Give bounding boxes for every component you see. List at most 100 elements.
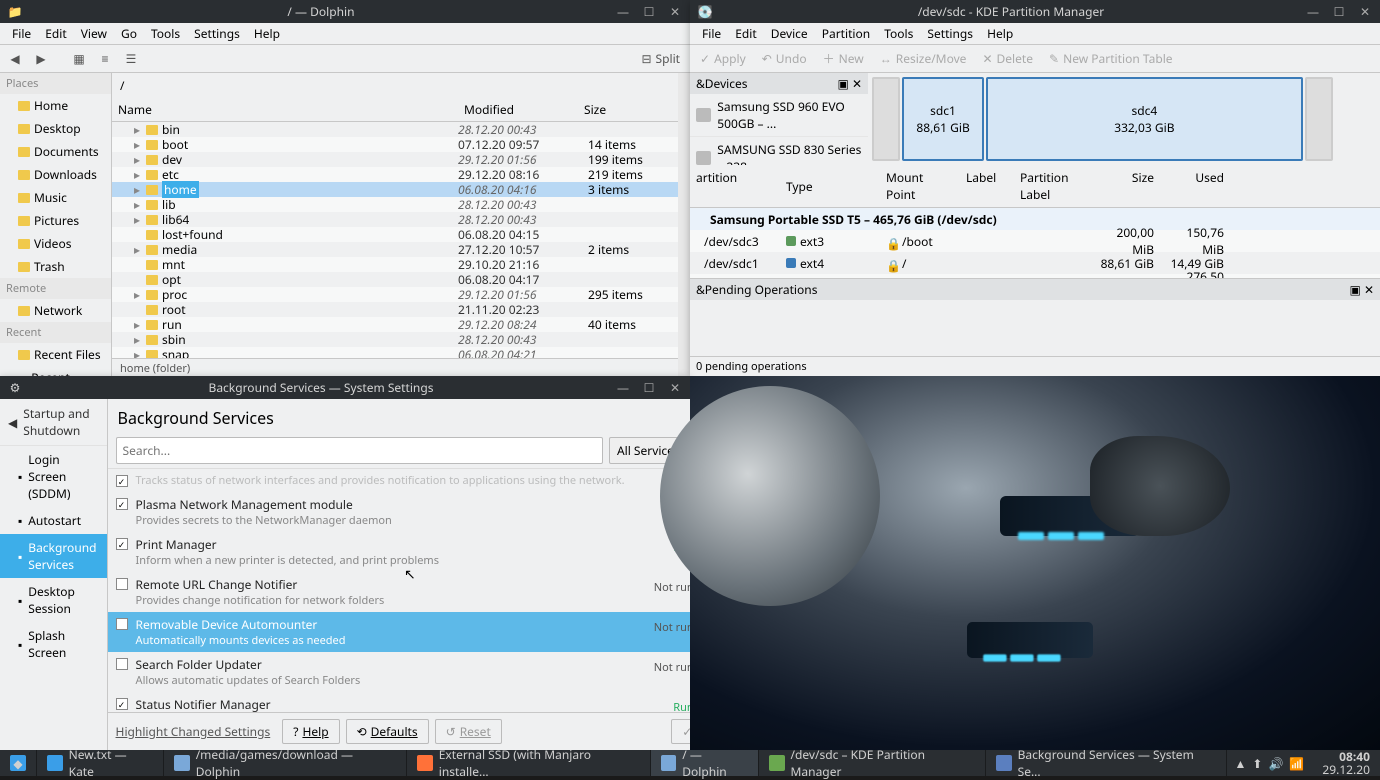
menu-tools[interactable]: Tools bbox=[878, 23, 919, 44]
sidebar-item[interactable]: ▪Login Screen (SDDM) bbox=[0, 446, 107, 507]
partition-row[interactable]: /dev/sdc3ext3🔒/boot200,00 MiB150,76 MiB bbox=[690, 230, 1380, 252]
sidebar-item[interactable]: ▪Desktop Session bbox=[0, 578, 107, 622]
taskbar-item[interactable]: /media/games/download — Dolphin bbox=[164, 750, 407, 776]
defaults-button[interactable]: ⟲ Defaults bbox=[346, 719, 429, 744]
col-modified[interactable]: Modified bbox=[458, 98, 578, 121]
service-item[interactable]: Search Folder UpdaterAllows automatic up… bbox=[108, 652, 690, 692]
system-tray[interactable]: ▲ ⬆ 🔊 📶 bbox=[1227, 755, 1313, 772]
sidebar-item[interactable]: Desktop bbox=[0, 117, 111, 140]
sidebar-item[interactable]: Documents bbox=[0, 140, 111, 163]
menu-file[interactable]: File bbox=[6, 23, 37, 44]
col-label[interactable]: Label bbox=[960, 165, 1014, 207]
file-row[interactable]: ▸snap06.08.20 04:21 bbox=[112, 347, 678, 358]
sidebar-item[interactable]: Pictures bbox=[0, 209, 111, 232]
service-item[interactable]: Removable Device AutomounterAutomaticall… bbox=[108, 612, 690, 652]
taskbar-item[interactable]: New.txt — Kate bbox=[37, 750, 164, 776]
resize-button[interactable]: ↔ Resize/Move bbox=[874, 47, 973, 70]
file-row[interactable]: mnt29.10.20 21:16 bbox=[112, 257, 678, 272]
tray-icon[interactable]: 🔊 bbox=[1268, 755, 1283, 772]
menu-edit[interactable]: Edit bbox=[39, 23, 72, 44]
checkbox[interactable] bbox=[116, 578, 128, 590]
taskbar-item[interactable]: /dev/sdc – KDE Partition Manager bbox=[759, 750, 986, 776]
dolphin-titlebar[interactable]: 📁 / — Dolphin — ☐ ✕ bbox=[0, 0, 690, 23]
device-item[interactable]: Samsung SSD 960 EVO 500GB – ... bbox=[690, 94, 868, 137]
view-detail-button[interactable]: ☰ bbox=[120, 48, 142, 70]
tray-icon[interactable]: 📶 bbox=[1289, 755, 1304, 772]
apply-button[interactable]: ✓ Apply bbox=[694, 47, 752, 70]
checkbox[interactable]: ✓ bbox=[116, 698, 128, 710]
menu-help[interactable]: Help bbox=[248, 23, 286, 44]
kpm-titlebar[interactable]: 💽 /dev/sdc - KDE Partition Manager — ☐ ✕ bbox=[690, 0, 1380, 23]
split-button[interactable]: ⊟ Split bbox=[635, 47, 686, 70]
menu-file[interactable]: File bbox=[696, 23, 727, 44]
taskbar-item[interactable]: Background Services — System Se... bbox=[986, 750, 1227, 776]
highlight-link[interactable]: Highlight Changed Settings bbox=[116, 723, 271, 740]
help-button[interactable]: ? Help bbox=[282, 719, 339, 744]
undo-button[interactable]: ↶ Undo bbox=[756, 47, 813, 70]
sidebar-item[interactable]: Recent Files bbox=[0, 343, 111, 366]
file-row[interactable]: ▸etc29.12.20 08:16219 items bbox=[112, 167, 678, 182]
search-input[interactable] bbox=[116, 437, 603, 464]
syset-titlebar[interactable]: ⚙ Background Services — System Settings … bbox=[0, 376, 690, 399]
file-row[interactable]: ▸boot07.12.20 09:5714 items bbox=[112, 137, 678, 152]
menu-go[interactable]: Go bbox=[115, 23, 143, 44]
col-name[interactable]: Name bbox=[112, 98, 458, 121]
start-button[interactable]: ◆ bbox=[0, 750, 37, 776]
file-row[interactable]: ▸home06.08.20 04:163 items bbox=[112, 182, 678, 197]
sidebar-item[interactable]: Videos bbox=[0, 232, 111, 255]
file-row[interactable]: ▸run29.12.20 08:2440 items bbox=[112, 317, 678, 332]
device-row[interactable]: Samsung Portable SSD T5 – 465,76 GiB (/d… bbox=[690, 208, 1380, 230]
checkbox[interactable]: ✓ bbox=[116, 538, 128, 550]
file-header[interactable]: Name Modified Size bbox=[112, 98, 678, 122]
file-list[interactable]: ▸bin28.12.20 00:43▸boot07.12.20 09:5714 … bbox=[112, 122, 678, 358]
desktop-wallpaper[interactable] bbox=[690, 376, 1380, 750]
view-list-button[interactable]: ≡ bbox=[94, 48, 116, 70]
file-row[interactable]: ▸lib28.12.20 00:43 bbox=[112, 197, 678, 212]
delete-button[interactable]: ✕ Delete bbox=[976, 47, 1039, 70]
reset-button[interactable]: ↺ Reset bbox=[435, 719, 502, 744]
forward-button[interactable]: ▶ bbox=[30, 48, 52, 70]
sidebar-item[interactable]: Home bbox=[0, 94, 111, 117]
taskbar-item[interactable]: External SSD (with Manjaro installe... bbox=[407, 750, 651, 776]
col-partition[interactable]: artition bbox=[690, 165, 780, 207]
scrollbar[interactable] bbox=[678, 73, 690, 376]
new-button[interactable]: ＋New bbox=[817, 47, 870, 70]
close-icon[interactable]: ✕ bbox=[666, 3, 684, 21]
partition-visual[interactable]: sdc188,61 GiBsdc4332,03 GiB bbox=[868, 73, 1380, 165]
col-mountpoint[interactable]: Mount Point bbox=[880, 165, 960, 207]
sidebar-item[interactable]: Downloads bbox=[0, 163, 111, 186]
close-icon[interactable]: ✕ bbox=[1356, 3, 1374, 21]
sidebar-item[interactable]: Music bbox=[0, 186, 111, 209]
tray-icon[interactable]: ▲ bbox=[1235, 755, 1247, 772]
syset-breadcrumb[interactable]: ◀ Startup and Shutdown bbox=[0, 399, 107, 446]
partition-row[interactable]: /dev/sdc1ext4🔒/88,61 GiB14,49 GiB bbox=[690, 252, 1380, 274]
partition-block-unalloc[interactable] bbox=[1305, 77, 1333, 161]
close-icon[interactable]: ✕ bbox=[666, 379, 684, 397]
partition-block-pre[interactable] bbox=[872, 77, 900, 161]
service-item[interactable]: ✓Print ManagerInform when a new printer … bbox=[108, 532, 690, 572]
file-row[interactable]: ▸dev29.12.20 01:56199 items bbox=[112, 152, 678, 167]
apply-button[interactable]: ✓ Apply bbox=[671, 719, 690, 744]
menu-view[interactable]: View bbox=[75, 23, 113, 44]
sidebar-item[interactable]: ▪Background Services bbox=[0, 534, 107, 578]
sidebar-item[interactable]: Network bbox=[0, 299, 111, 322]
device-list[interactable]: Samsung SSD 960 EVO 500GB – ...SAMSUNG S… bbox=[690, 94, 868, 165]
menu-partition[interactable]: Partition bbox=[816, 23, 876, 44]
file-row[interactable]: opt06.08.20 04:17 bbox=[112, 272, 678, 287]
menu-settings[interactable]: Settings bbox=[188, 23, 246, 44]
col-used[interactable]: Used bbox=[1160, 165, 1230, 207]
menu-settings[interactable]: Settings bbox=[921, 23, 979, 44]
file-row[interactable]: lost+found06.08.20 04:15 bbox=[112, 227, 678, 242]
breadcrumb[interactable]: / bbox=[112, 73, 678, 98]
menu-edit[interactable]: Edit bbox=[729, 23, 762, 44]
partition-block[interactable]: sdc4332,03 GiB bbox=[986, 77, 1302, 161]
back-icon[interactable]: ◀ bbox=[8, 414, 17, 431]
sidebar-item[interactable]: ▪Splash Screen bbox=[0, 622, 107, 666]
service-item[interactable]: ✓Status Notifier ManagerManages services… bbox=[108, 692, 690, 712]
minimize-icon[interactable]: — bbox=[1304, 3, 1322, 21]
device-item[interactable]: SAMSUNG SSD 830 Series – 238,... bbox=[690, 137, 868, 165]
maximize-icon[interactable]: ☐ bbox=[640, 379, 658, 397]
table-header[interactable]: artition Type Mount Point Label Partitio… bbox=[690, 165, 1380, 208]
maximize-icon[interactable]: ☐ bbox=[1330, 3, 1348, 21]
checkbox[interactable] bbox=[116, 658, 128, 670]
